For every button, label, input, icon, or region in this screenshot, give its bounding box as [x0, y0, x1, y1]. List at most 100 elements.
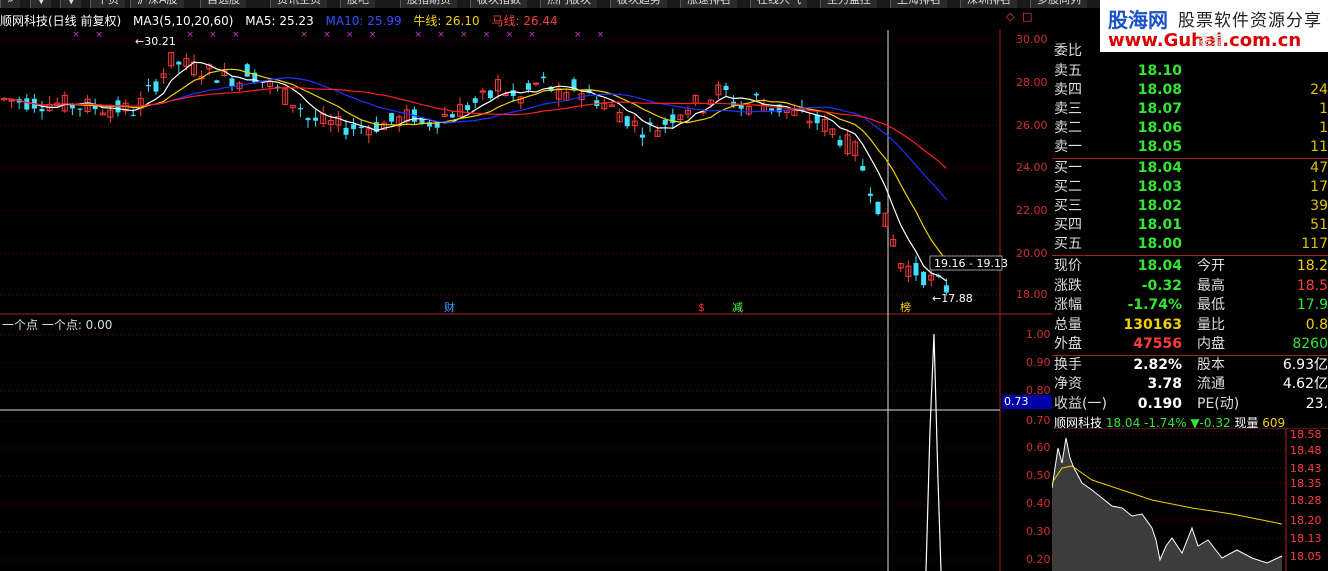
- quote-value: 0.190: [1137, 395, 1182, 412]
- low-price-annotation: ←17.88: [932, 292, 973, 305]
- quote-panel: 委比 委差 卖五 18.10 卖四 18.08 24 卖三 18.07 1 卖二 18.06 1 卖一 18…: [1052, 30, 1328, 412]
- signal-marker: ×: [528, 30, 536, 40]
- mini-axis-tick: 18.58: [1290, 428, 1322, 441]
- signal-marker: ×: [72, 30, 80, 40]
- quote-row: 涨跌 -0.32 最高 18.5: [1052, 277, 1328, 296]
- signal-marker: ×: [574, 30, 582, 40]
- quote-label: 外盘: [1054, 336, 1082, 352]
- ask-label: 卖二: [1054, 120, 1082, 136]
- quote-row: 换手 2.82% 股本 6.93亿: [1052, 356, 1328, 375]
- bid-volume: 39: [1310, 198, 1328, 214]
- price-tick: 22.00: [1016, 204, 1048, 217]
- candle-body: [153, 81, 159, 92]
- candle-body: [297, 108, 303, 110]
- indicator-tick: 0.60: [1026, 441, 1051, 454]
- indicator-tick: 0.70: [1026, 414, 1051, 427]
- price-tick: 28.00: [1016, 76, 1048, 89]
- bid-price: 18.01: [1137, 217, 1182, 233]
- bid-volume: 51: [1310, 217, 1328, 233]
- bid-label: 买一: [1054, 160, 1082, 176]
- quote-label-2: 股本: [1197, 356, 1225, 373]
- mini-axis-tick: 18.48: [1290, 444, 1322, 457]
- indicator-spike: [925, 333, 942, 571]
- candle-body: [214, 80, 220, 83]
- ask-row: 卖四 18.08 24: [1052, 81, 1328, 100]
- candle-body: [24, 98, 30, 110]
- bid-label: 买五: [1054, 236, 1082, 252]
- quote-row: 现价 18.04 今开 18.2: [1052, 257, 1328, 276]
- signal-marker: ×: [437, 30, 445, 40]
- bid-volume: 17: [1310, 179, 1328, 195]
- quote-label: 总量: [1054, 316, 1082, 333]
- candle-body: [145, 84, 151, 87]
- divider: [1052, 255, 1328, 256]
- bid-price: 18.00: [1137, 236, 1182, 252]
- ask-label: 卖一: [1054, 139, 1082, 155]
- ask-label: 卖三: [1054, 101, 1082, 117]
- niuxian-line: [3, 76, 947, 201]
- price-tick: 24.00: [1016, 161, 1048, 174]
- quote-value: 3.78: [1147, 376, 1182, 392]
- quote-value-2: 23.: [1305, 395, 1328, 412]
- event-dollar-marker: $: [698, 301, 705, 314]
- quote-value-2: 18.5: [1296, 277, 1328, 294]
- ask-label: 卖五: [1054, 63, 1082, 79]
- indicator-tick: 0.30: [1026, 525, 1051, 538]
- indicator-tick: 0.90: [1026, 356, 1051, 369]
- bid-row: 买一 18.04 47: [1052, 159, 1328, 178]
- signal-marker: ×: [506, 30, 514, 40]
- bid-row: 买四 18.01 51: [1052, 216, 1328, 235]
- quote-label-2: PE(动): [1197, 395, 1240, 412]
- quote-row: 收益(一) 0.190 PE(动) 23.: [1052, 395, 1328, 414]
- close-box-icon: □: [1022, 10, 1032, 23]
- quote-label: 涨幅: [1054, 297, 1082, 313]
- bid-price: 18.04: [1137, 160, 1182, 176]
- bid-volume: 47: [1310, 160, 1328, 176]
- indicator-tick: 1.00: [1026, 328, 1051, 341]
- quote-value-2: 18.2: [1296, 258, 1328, 274]
- quote-label-2: 量比: [1197, 316, 1225, 333]
- candle-body: [738, 105, 744, 109]
- candle-body: [465, 105, 471, 111]
- logo-subtitle: 股票软件资源分享: [1178, 11, 1322, 31]
- ask-volume: 24: [1310, 82, 1328, 98]
- ask-label: 卖四: [1054, 82, 1082, 98]
- candle-body: [358, 126, 364, 129]
- candle-body: [867, 193, 873, 196]
- bid-label: 买二: [1054, 179, 1082, 195]
- candle-body: [837, 140, 843, 146]
- bid-price: 18.03: [1137, 179, 1182, 195]
- signal-marker: ×: [323, 30, 331, 40]
- ma5-line: [3, 61, 947, 282]
- ask-price: 18.07: [1137, 101, 1182, 117]
- diamond-icon: ◇: [1006, 10, 1015, 23]
- mini-axis-tick: 18.35: [1290, 477, 1322, 490]
- quote-value: 2.82%: [1133, 356, 1182, 373]
- price-tick: 30.00: [1016, 33, 1048, 46]
- logo-title: 股海网: [1108, 8, 1168, 32]
- quote-label: 收益(一): [1054, 395, 1107, 412]
- indicator-tick: 0.20: [1026, 553, 1051, 566]
- signal-marker: ×: [483, 30, 491, 40]
- price-tick: 18.00: [1016, 288, 1048, 301]
- mini-axis-tick: 18.43: [1290, 462, 1322, 475]
- range-label: 19.16 - 19.13: [934, 257, 1008, 270]
- bid-volume: 117: [1301, 236, 1328, 252]
- bid-row: 买二 18.03 17: [1052, 178, 1328, 197]
- candle-body: [913, 263, 919, 276]
- quote-value-2: 4.62亿: [1282, 376, 1328, 392]
- ask-row: 卖五 18.10: [1052, 62, 1328, 81]
- main-chart-canvas[interactable]: × × × × × × × × × × × × × × × × × ←30.21 ←17.88 19.16 - 19.…: [0, 0, 1052, 571]
- ask-row: 卖三 18.07 1: [1052, 100, 1328, 119]
- candle-body: [875, 201, 881, 215]
- candle-body: [77, 108, 83, 110]
- weicha-label: 委差: [1197, 33, 1225, 49]
- mini-intraday-chart[interactable]: 18.58 18.48 18.43 18.35 18.28 18.20 18.13 18.05: [1052, 428, 1328, 571]
- event-jian-marker: 减: [732, 301, 743, 314]
- candle-body: [639, 134, 645, 138]
- quote-value-2: 6.93亿: [1282, 356, 1328, 373]
- quote-value: -0.32: [1141, 277, 1182, 294]
- cursor-value-badge: 0.73: [1002, 395, 1052, 409]
- candle-body: [229, 78, 235, 87]
- candle-body: [130, 114, 136, 116]
